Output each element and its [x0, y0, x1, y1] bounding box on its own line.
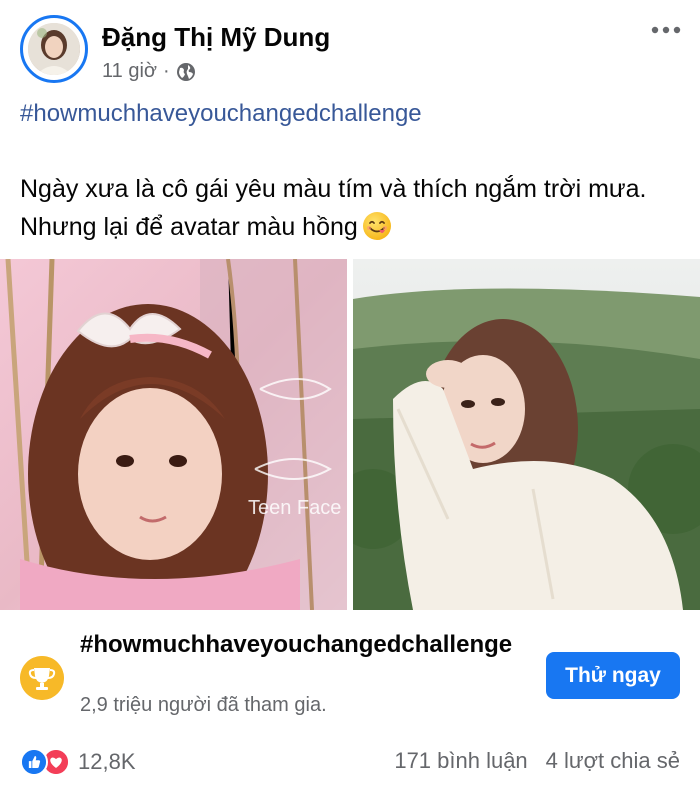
post-hashtag-link[interactable]: #howmuchhaveyouchangedchallenge: [20, 100, 422, 128]
post-time[interactable]: 11 giờ: [102, 60, 157, 83]
trophy-icon: [20, 656, 64, 700]
try-now-button[interactable]: Thử ngay: [546, 652, 680, 699]
globe-icon[interactable]: [176, 62, 196, 82]
shares-count-link[interactable]: 4 lượt chia sẻ: [546, 748, 680, 774]
comments-count-link[interactable]: 171 bình luận: [394, 748, 527, 774]
challenge-title[interactable]: #howmuchhaveyouchangedchallenge: [80, 630, 535, 660]
post-header: Đặng Thị Mỹ Dung 11 giờ ·: [0, 0, 700, 100]
photo-now-image: [353, 259, 700, 610]
caption-line-1: Ngày xưa là cô gái yêu màu tím và thích …: [20, 175, 647, 203]
engagement-stats: 171 bình luận 4 lượt chia sẻ: [394, 748, 680, 774]
like-icon: [20, 748, 48, 776]
photo-then-image: Teen Face: [0, 259, 347, 610]
post-photos: Teen Face: [0, 259, 700, 610]
reactions-summary[interactable]: 12,8K: [20, 746, 136, 778]
photo-now[interactable]: [353, 259, 700, 610]
author-name[interactable]: Đặng Thị Mỹ Dung: [102, 22, 330, 53]
avatar[interactable]: [28, 23, 80, 75]
author-avatar-ring[interactable]: [20, 15, 88, 83]
post-meta: 11 giờ ·: [102, 60, 196, 83]
photo-then[interactable]: Teen Face: [0, 259, 347, 610]
meta-separator: ·: [163, 60, 170, 82]
more-options-icon[interactable]: [650, 22, 682, 38]
caption-line-2-text: Nhưng lại để avatar màu hồng: [20, 213, 358, 241]
photo-watermark: Teen Face: [248, 497, 341, 519]
face-savoring-food-emoji-icon: [362, 212, 391, 240]
avatar-portrait: [28, 23, 80, 75]
caption-line-2: Nhưng lại để avatar màu hồng: [20, 208, 690, 246]
challenge-participants: 2,9 triệu người đã tham gia.: [80, 694, 327, 716]
post-caption: Ngày xưa là cô gái yêu màu tím và thích …: [20, 170, 690, 246]
reaction-count: 12,8K: [78, 749, 136, 774]
